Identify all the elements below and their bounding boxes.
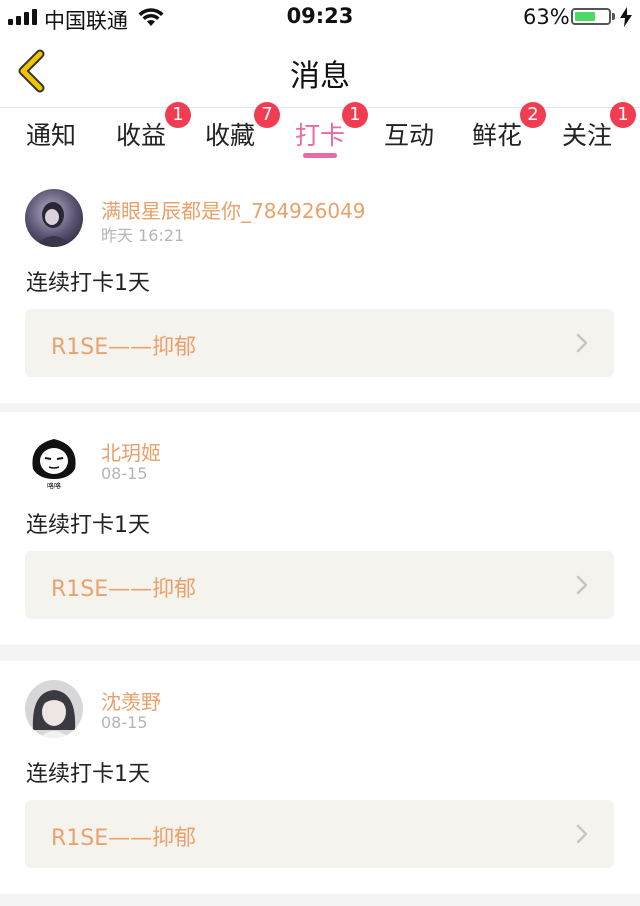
favorites-badge: 7 xyxy=(254,102,280,128)
username[interactable]: 沈羡野 xyxy=(101,686,161,715)
following-badge: 1 xyxy=(610,102,636,128)
svg-text:咯咯: 咯咯 xyxy=(47,481,61,489)
avatar-image xyxy=(25,189,83,247)
tab-notifications[interactable]: 通知 xyxy=(26,116,76,152)
flowers-badge: 2 xyxy=(520,102,546,128)
tab-bar: 通知 收益 1 收藏 7 打卡 1 互动 鲜花 2 关注 1 xyxy=(0,102,640,170)
message-text: 连续打卡1天 xyxy=(26,271,150,296)
chevron-right-icon xyxy=(576,824,588,844)
battery-icon xyxy=(571,8,611,25)
nav-bar: 消息 xyxy=(0,34,640,108)
tab-favorites[interactable]: 收藏 xyxy=(205,116,255,152)
message-card: 沈羡野 08-15 连续打卡1天 R1SE——抑郁 xyxy=(0,661,640,894)
checkin-badge: 1 xyxy=(342,102,368,128)
checkin-topic-link[interactable]: R1SE——抑郁 xyxy=(25,800,614,868)
earnings-badge: 1 xyxy=(165,102,191,128)
username[interactable]: 北玥姬 xyxy=(101,437,161,466)
battery-percent: 63% xyxy=(523,5,570,29)
active-tab-indicator xyxy=(303,153,337,158)
charging-bolt-icon xyxy=(620,7,632,27)
chevron-right-icon xyxy=(576,575,588,595)
topic-title: R1SE——抑郁 xyxy=(51,335,197,360)
topic-title: R1SE——抑郁 xyxy=(51,577,197,602)
avatar-image: 咯咯 xyxy=(25,431,83,489)
message-text: 连续打卡1天 xyxy=(26,762,150,787)
topic-title: R1SE——抑郁 xyxy=(51,826,197,851)
tab-flowers[interactable]: 鲜花 xyxy=(472,116,522,152)
timestamp: 08-15 xyxy=(101,464,148,483)
checkin-topic-link[interactable]: R1SE——抑郁 xyxy=(25,551,614,619)
username[interactable]: 满眼星辰都是你_784926049 xyxy=(101,195,366,224)
tab-interaction[interactable]: 互动 xyxy=(384,116,434,152)
timestamp: 08-15 xyxy=(101,713,148,732)
page-title: 消息 xyxy=(290,59,350,94)
avatar-image xyxy=(25,680,83,738)
checkin-topic-link[interactable]: R1SE——抑郁 xyxy=(25,309,614,377)
avatar[interactable] xyxy=(25,189,83,247)
avatar[interactable]: 咯咯 xyxy=(25,431,83,489)
message-text: 连续打卡1天 xyxy=(26,513,150,538)
timestamp: 昨天 16:21 xyxy=(101,226,185,245)
tab-checkin[interactable]: 打卡 xyxy=(295,116,345,152)
avatar[interactable] xyxy=(25,680,83,738)
message-card: 满眼星辰都是你_784926049 昨天 16:21 连续打卡1天 R1SE——… xyxy=(0,170,640,403)
tab-earnings[interactable]: 收益 xyxy=(116,116,166,152)
message-card: 咯咯 北玥姬 08-15 连续打卡1天 R1SE——抑郁 xyxy=(0,412,640,645)
tab-following[interactable]: 关注 xyxy=(562,116,612,152)
chevron-right-icon xyxy=(576,333,588,353)
battery-level xyxy=(575,12,595,21)
status-bar: 中国联通 09:23 63% xyxy=(0,0,640,34)
battery-tip xyxy=(612,13,615,20)
